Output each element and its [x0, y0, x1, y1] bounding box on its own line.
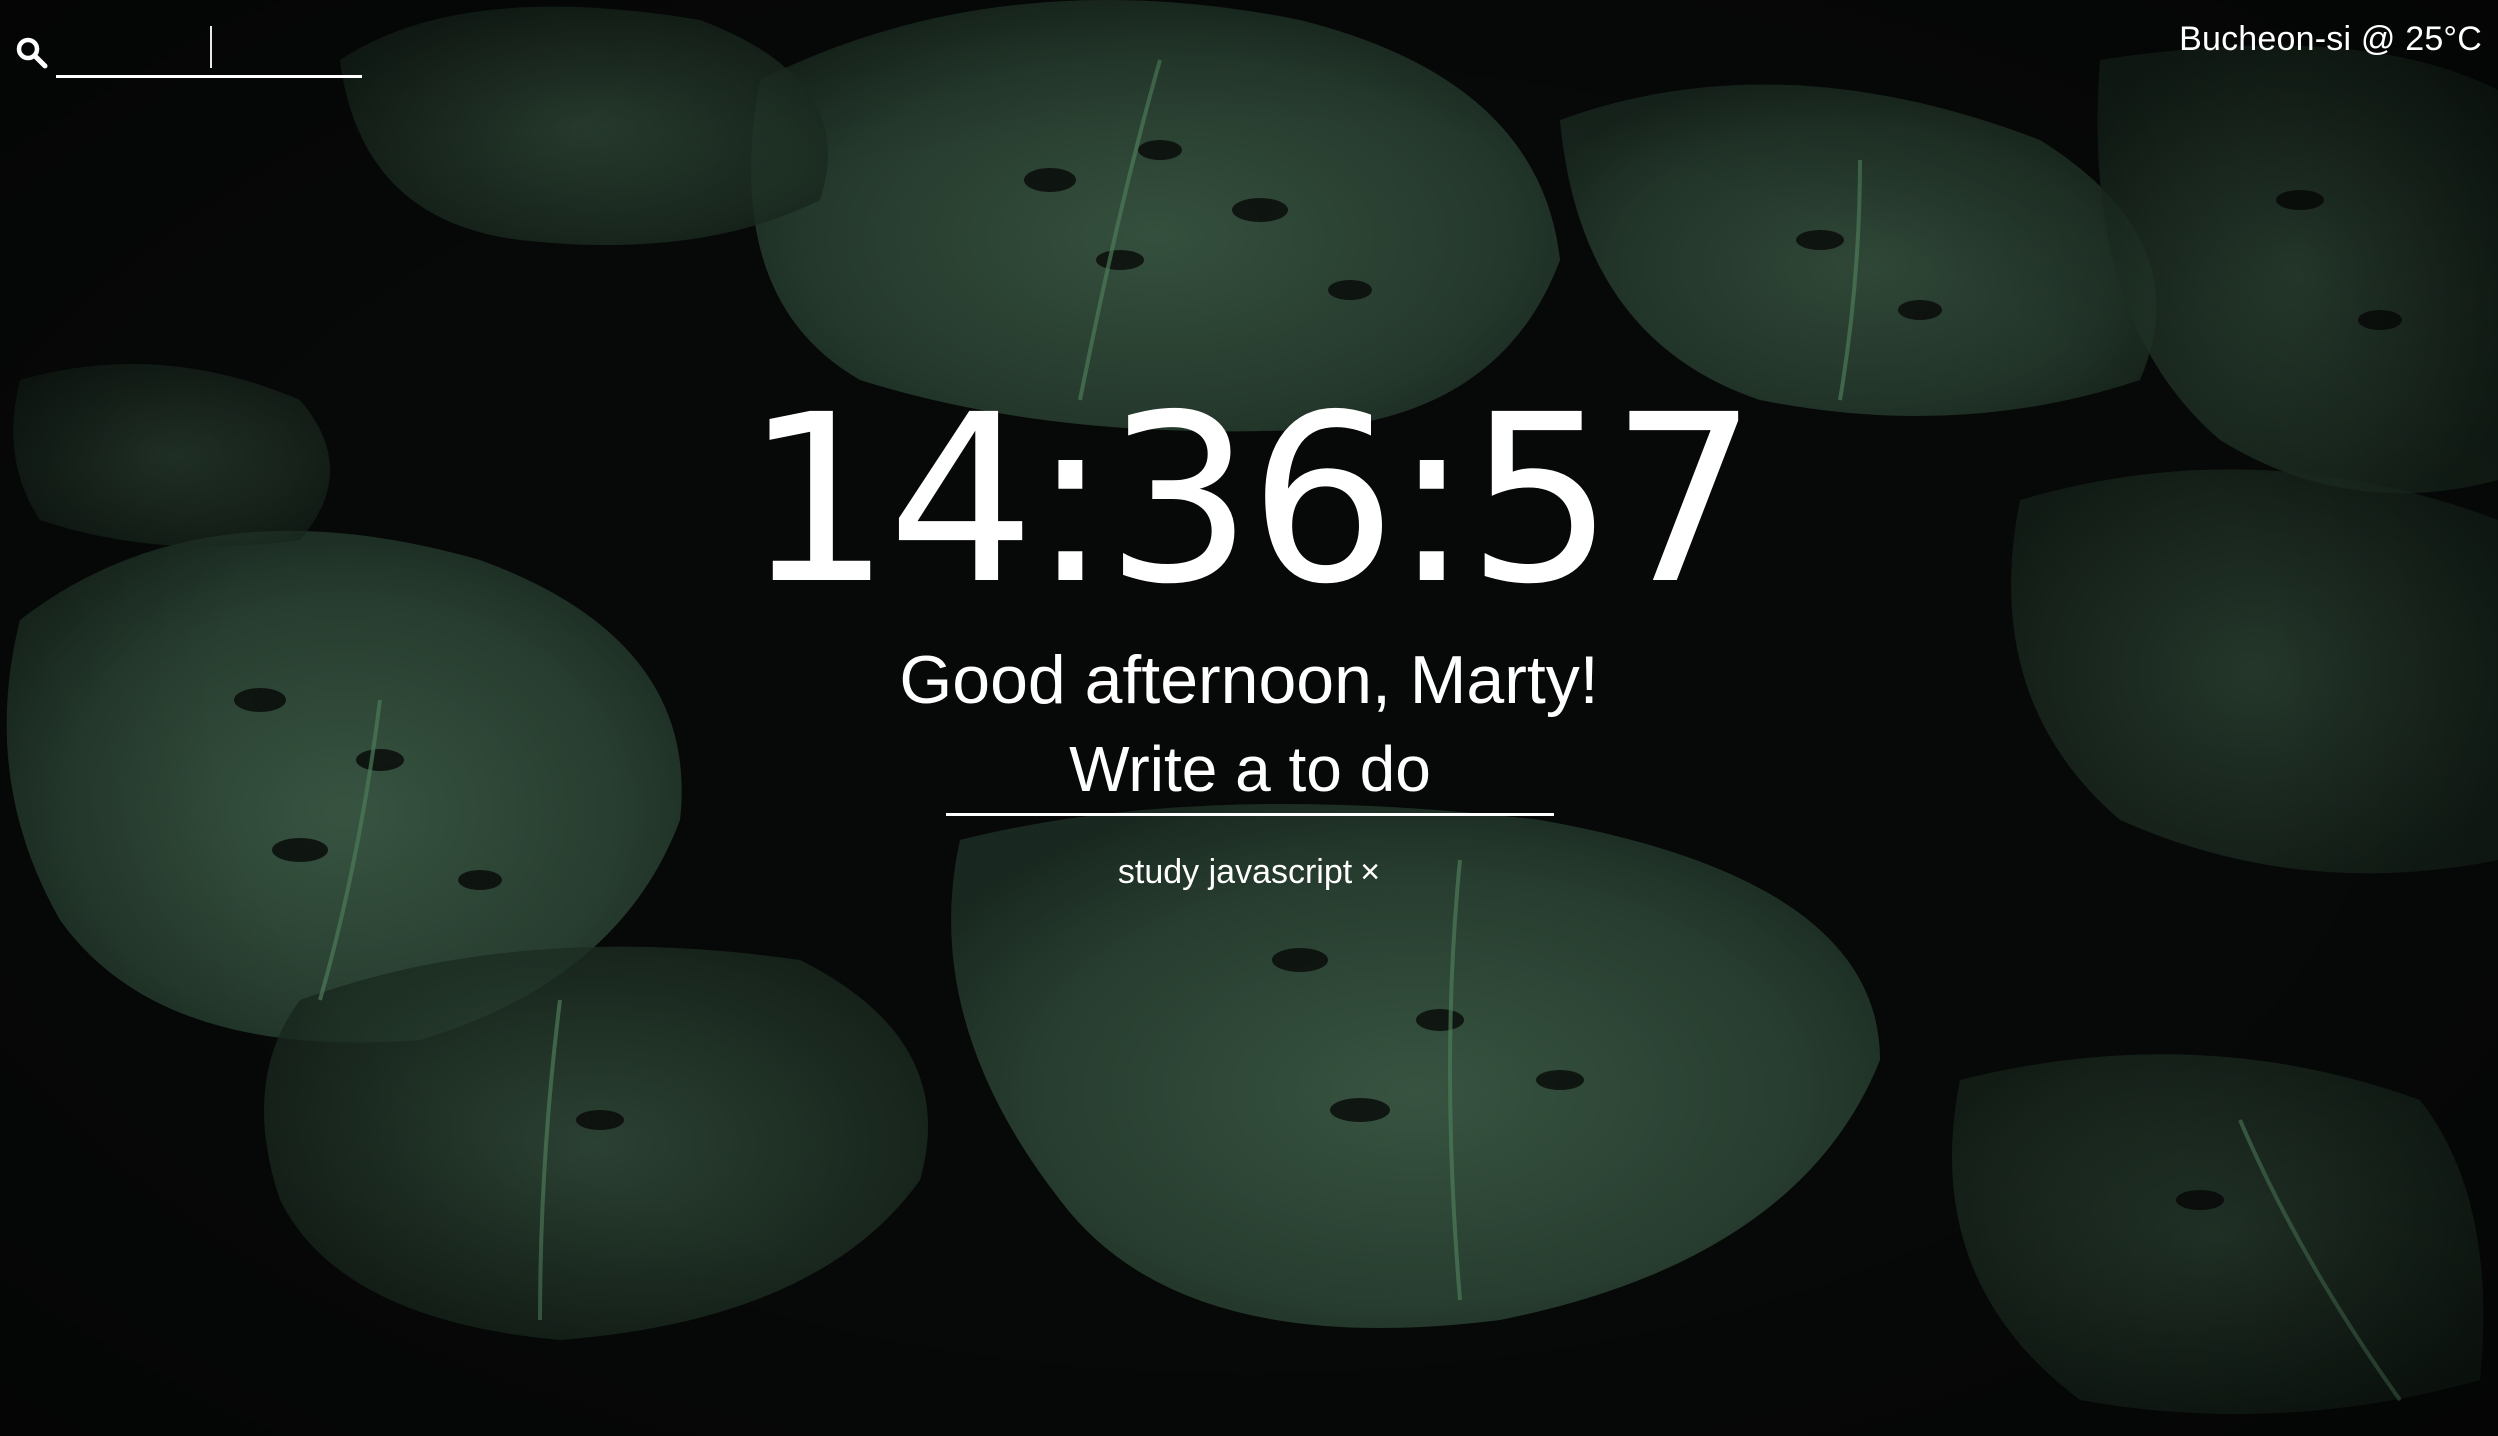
clock: 14:36:57 — [744, 365, 1758, 635]
weather-location-temperature: Bucheon-si @ 25°C — [2179, 20, 2482, 58]
todo-input[interactable] — [946, 724, 1554, 816]
delete-todo-button[interactable]: × — [1360, 850, 1380, 894]
search-input[interactable] — [56, 34, 362, 78]
search-bar — [14, 28, 362, 78]
greeting: Good afternoon, Marty! — [899, 642, 1599, 718]
todo-list: study javascript × — [0, 850, 2498, 894]
todo-form — [946, 724, 1554, 816]
list-item: study javascript × — [1118, 850, 1380, 894]
todo-item-text: study javascript — [1117, 853, 1353, 891]
search-icon[interactable] — [14, 35, 50, 71]
